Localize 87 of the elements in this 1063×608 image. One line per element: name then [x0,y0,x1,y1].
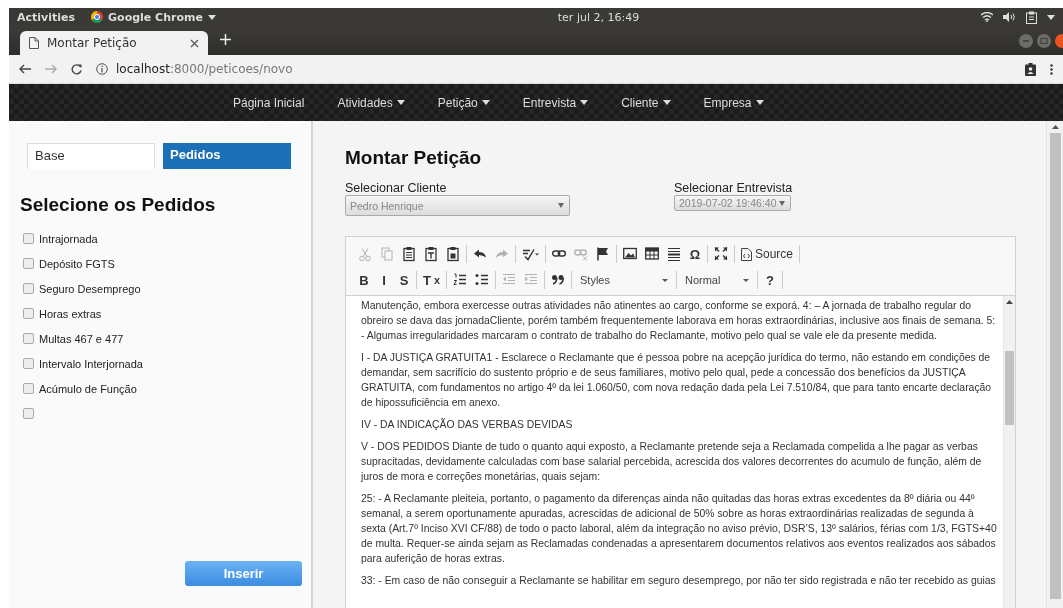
profile-icon [1025,62,1036,76]
clock[interactable]: ter jul 2, 16:49 [231,10,965,24]
caret-icon [207,14,216,20]
close-window-icon [1055,33,1063,48]
browser-tab[interactable]: Montar Petição [20,31,208,55]
maximize-window-icon [1037,33,1051,48]
source-button[interactable]: Source [741,245,794,263]
checkbox-label: Seguro Desemprego [39,282,141,295]
horizontal-lines-icon[interactable] [667,245,681,263]
app-menu[interactable]: Google Chrome [108,10,203,24]
scroll-up-icon [1051,125,1059,129]
more-menu-icon [1050,63,1053,75]
info-icon [96,63,108,75]
panel-tab[interactable]: Pedidos [163,143,291,169]
document-icon [741,247,752,261]
caret-icon [396,100,405,105]
checkbox-label: Multas 467 e 477 [39,332,124,345]
activities-button[interactable]: Activities [17,10,76,24]
format-button[interactable]: S [398,271,410,289]
caret-icon [662,100,671,105]
clipboard-icon[interactable] [402,245,416,263]
checkbox-label: Intrajornada [39,232,98,245]
caret-icon [558,203,564,208]
format-button[interactable]: B [358,271,370,289]
nav-link[interactable]: Cliente [621,95,671,110]
checkbox[interactable] [23,283,34,294]
panel-tab[interactable]: Base [27,143,155,169]
paragraph: IV - DA INDICAÇÃO DAS VERBAS DEVIDAS [361,417,574,432]
field-label: Selecionar Entrevista [674,181,793,195]
caret-icon [580,100,589,105]
volume-icon [1003,12,1016,22]
minimize-icon [1019,33,1033,48]
clipboard-text-icon[interactable] [424,245,438,263]
checkbox-label: Acúmulo de Função [39,382,137,395]
nav-link[interactable]: Atividades [337,95,405,110]
scrollbar-thumb[interactable] [1049,133,1061,599]
format-button[interactable]: ? [764,271,776,289]
forward-icon [45,64,57,74]
caret-icon [662,278,668,282]
wifi-icon [981,12,993,22]
checkbox[interactable] [23,408,34,419]
checkbox[interactable] [23,358,34,369]
page-icon [29,37,39,49]
caret-icon [481,100,490,105]
chrome-logo-icon [91,11,104,23]
checkbox[interactable] [23,233,34,244]
caret-icon [755,100,764,105]
reload-icon [71,63,82,75]
scrollbar-thumb[interactable] [1005,351,1014,425]
paragraph: 33: - Em caso de não conseguir a Reclamante se habilitar em seguro desemprego, por não ter sido registrada e não ter recebido as guias [361,574,997,588]
table-icon[interactable] [645,245,659,263]
nav-link[interactable]: Entrevista [522,95,589,110]
new-tab-icon [220,34,231,45]
editor-scrollbar[interactable] [1003,296,1015,608]
format-button[interactable]: Ω [689,245,701,263]
checkbox[interactable] [23,308,34,319]
checkbox-label: Depósito FGTS [39,257,115,270]
caret-icon [779,200,785,206]
maximize-icon[interactable] [714,245,728,263]
style-dropdown[interactable]: Styles [578,271,670,289]
paragraph: I - DA JUSTIÇA GRATUITA1 - Esclarece o Reclamante que é pessoa pobre na acepção jurídica do termo, não estando em condições de demandar, sem sacrifício do sustento próprio e de seus familiares, motivo pelo qual, pede a concessão dos benefícios da JUSTIÇA GRATUITA, com fundamentos no artigo 4º da lei 1.060/50, com nova redação dada pela Lei 7.510/84, que para tanto encarte declaração de hipossuficiência em anexo. [361,351,993,410]
page-scrollbar[interactable] [1046,121,1063,608]
format-button[interactable]: I [378,271,390,289]
clipboard-document-icon[interactable] [446,245,460,263]
paragraph: V - DOS PEDIDOS Diante de tudo o quanto aqui exposto, a Reclamante pretende seja a Reclamada compelida a lhe pagar as verbas supracitadas, devidamente calculadas com base salarial percebida, acrescida dos valores decorrentes do acumulo de função, além de juros de mora e correções monetárias, quais sejam: [361,440,983,484]
back-icon [19,64,31,74]
checkbox[interactable] [23,258,34,269]
scroll-up-icon [1006,300,1013,304]
section-heading: Selecione os Pedidos [20,194,217,216]
page-title: Montar Petição [345,147,483,169]
nav-link[interactable]: Empresa [703,95,764,110]
checkbox[interactable] [23,383,34,394]
close-icon [190,38,199,48]
nav-link[interactable]: Página Inicial [233,95,305,110]
paragraph: Manutenção, embora exercesse outras atividades não atinentes ao cargo, conforme se exporá. 4: – A jornada de trabalho regular do obreiro se dava das jornadaCliente, porém também frequentemente laborava em horas extraordinárias, inclusive aos finais de semana. 5: - Algumas irregularidades marcaram o contrato de trabalho do Reclamante, motivo pelo qual se vale ele da presente medida. [361,299,997,343]
field-label: Selecionar Cliente [345,181,448,195]
style-dropdown[interactable]: Normal [683,271,751,289]
flag-icon[interactable] [596,245,610,263]
caret-icon [743,278,749,282]
paragraph: 25: - A Reclamante pleiteia, portanto, o pagamento da diferenças ainda não quitadas das horas extras excedentes da 8º diária ou 44º semanal, a serem oportunamente apuradas, acrescidas de adicional de 50% sobre as horas extraordinárias realizadas de segunda à sexta (Art.7º Inciso XVI CF/88) de todo o pacto laboral, além da integração no aviso prévio, DSR’S, 13º salários, férias com 1/3, FGTS+40 de multa. Requer-se ainda sejam as Reclamadas condenadas a apresentarem documentos relativos aos eventos realizados aos sábados para auferição de horas extras. [361,492,998,566]
url-field[interactable]: localhost:8000/peticoes/novo [116,62,293,76]
checkbox-label: Intervalo Interjornada [39,357,143,370]
nav-link[interactable]: Petição [437,95,490,110]
checkbox-label: Horas extras [39,307,102,320]
clipboard-icon [1026,10,1037,24]
caret-icon [1047,14,1055,20]
checkbox[interactable] [23,333,34,344]
